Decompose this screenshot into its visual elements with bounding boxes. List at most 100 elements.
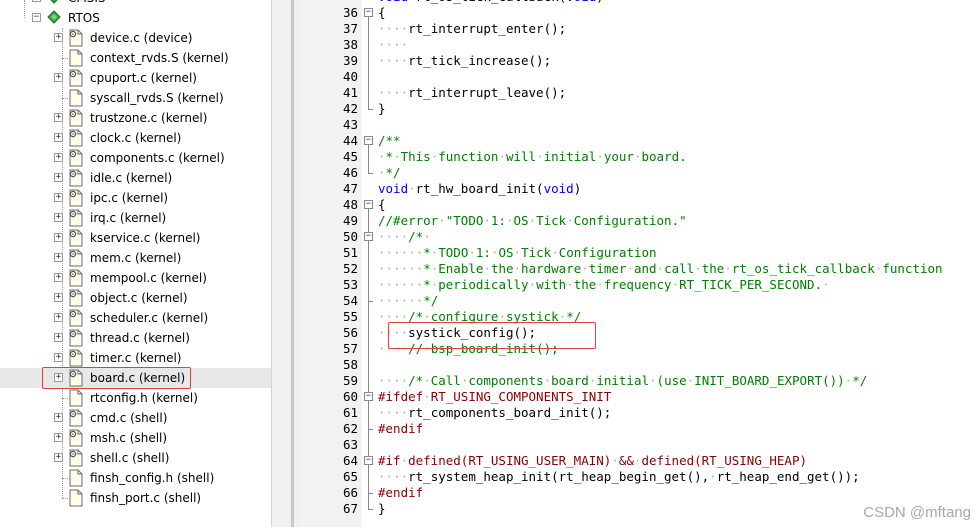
code-line[interactable]: } <box>378 101 386 117</box>
c-source-file-icon <box>68 169 84 187</box>
expand-icon[interactable]: + <box>54 413 63 422</box>
fold-toggle[interactable]: − <box>364 229 374 245</box>
c-source-file-icon <box>68 129 84 147</box>
tree-item-idle-c[interactable]: + idle.c (kernel) <box>0 168 271 188</box>
code-line[interactable]: ······*/ <box>378 293 438 309</box>
line-number: 49 <box>342 213 358 228</box>
collapse-icon[interactable]: − <box>364 456 373 465</box>
fold-toggle[interactable]: − <box>364 5 374 21</box>
code-line[interactable]: ····rt_system_heap_init(rt_heap_begin_ge… <box>378 469 860 485</box>
highlight-box-board-c <box>42 367 191 389</box>
tree-item-cmd-c[interactable]: + cmd.c (shell) <box>0 408 271 428</box>
expand-icon[interactable]: + <box>54 273 63 282</box>
expand-icon[interactable]: + <box>54 233 63 242</box>
code-line[interactable]: ·*·This·function·will·initial·your·board… <box>378 149 687 165</box>
fold-end-mark <box>368 429 373 430</box>
tree-item-thread-c[interactable]: + thread.c (kernel) <box>0 328 271 348</box>
tree-item-cpuport-c[interactable]: + cpuport.c (kernel) <box>0 68 271 88</box>
collapse-icon[interactable]: − <box>32 13 41 22</box>
collapse-icon[interactable]: − <box>364 8 373 17</box>
code-line[interactable]: void·rt_hw_board_init(void) <box>378 181 581 197</box>
expand-icon[interactable]: + <box>54 453 63 462</box>
expand-icon[interactable]: + <box>54 73 63 82</box>
line-number: 47 <box>342 181 358 196</box>
code-line[interactable]: ······*·Enable·the·hardware·timer·and·ca… <box>378 261 943 277</box>
code-line[interactable]: //#error·"TODO·1:·OS·Tick·Configuration.… <box>378 213 687 229</box>
tree-item-scheduler-c[interactable]: + scheduler.c (kernel) <box>0 308 271 328</box>
code-line[interactable]: ·*/ <box>378 165 401 181</box>
collapse-icon[interactable]: − <box>364 232 373 241</box>
tree-item-kservice-c[interactable]: + kservice.c (kernel) <box>0 228 271 248</box>
expand-icon[interactable]: + <box>54 213 63 222</box>
fold-toggle[interactable]: − <box>364 453 374 469</box>
pane-splitter[interactable] <box>271 0 301 527</box>
tree-item-finsh-port-c[interactable]: finsh_port.c (shell) <box>0 488 271 508</box>
expand-icon[interactable]: + <box>54 433 63 442</box>
collapse-icon[interactable]: − <box>364 136 373 145</box>
tree-item-label: rtconfig.h (kernel) <box>90 391 198 405</box>
expand-icon[interactable]: + <box>54 173 63 182</box>
file-icon <box>68 89 84 107</box>
tree-item-syscall-rvds-s[interactable]: syscall_rvds.S (kernel) <box>0 88 271 108</box>
expand-icon[interactable]: + <box>32 0 41 2</box>
code-line[interactable]: ···· <box>378 37 408 53</box>
tree-item-object-c[interactable]: + object.c (kernel) <box>0 288 271 308</box>
code-line[interactable]: ····rt_components_board_init(); <box>378 405 611 421</box>
expand-icon[interactable]: + <box>54 193 63 202</box>
tree-item-label: kservice.c (kernel) <box>90 231 201 245</box>
tree-item-label: shell.c (shell) <box>90 451 170 465</box>
expand-icon[interactable]: + <box>54 313 63 322</box>
code-line[interactable]: ······*·periodically·with·the·frequency·… <box>378 277 830 293</box>
code-line[interactable]: { <box>378 5 386 21</box>
fold-toggle[interactable]: − <box>364 133 374 149</box>
line-number: 38 <box>342 37 358 52</box>
tree-item-clock-c[interactable]: + clock.c (kernel) <box>0 128 271 148</box>
tree-item-msh-c[interactable]: + msh.c (shell) <box>0 428 271 448</box>
line-number: 36 <box>342 5 358 20</box>
expand-icon[interactable]: + <box>54 293 63 302</box>
code-line[interactable]: ····rt_tick_increase(); <box>378 53 551 69</box>
code-line[interactable]: ····/*·Call·components·board·initial·(us… <box>378 373 867 389</box>
expand-icon[interactable]: + <box>54 253 63 262</box>
tree-item-label: idle.c (kernel) <box>90 171 173 185</box>
code-line[interactable]: ······*·TODO·1:·OS·Tick·Configuration <box>378 245 657 261</box>
collapse-icon[interactable]: − <box>364 392 373 401</box>
expand-icon[interactable]: + <box>54 353 63 362</box>
expand-icon[interactable]: + <box>54 333 63 342</box>
tree-item-rtconfig-h[interactable]: rtconfig.h (kernel) <box>0 388 271 408</box>
expand-icon[interactable]: + <box>54 133 63 142</box>
expand-icon[interactable]: + <box>54 153 63 162</box>
tree-item-cmsis[interactable]: + CMSIS <box>0 0 271 8</box>
tree-item-irq-c[interactable]: + irq.c (kernel) <box>0 208 271 228</box>
expand-icon[interactable]: + <box>54 113 63 122</box>
tree-item-components-c[interactable]: + components.c (kernel) <box>0 148 271 168</box>
expand-icon[interactable]: + <box>54 33 63 42</box>
tree-item-ipc-c[interactable]: + ipc.c (kernel) <box>0 188 271 208</box>
code-line[interactable]: #endif <box>378 421 423 437</box>
code-line[interactable]: #ifdef·RT_USING_COMPONENTS_INIT <box>378 389 611 405</box>
line-number: 62 <box>342 421 358 436</box>
code-line[interactable]: ····rt_interrupt_leave(); <box>378 85 566 101</box>
tree-item-rtos[interactable]: − RTOS <box>0 8 271 28</box>
tree-item-mempool-c[interactable]: + mempool.c (kernel) <box>0 268 271 288</box>
code-line[interactable]: { <box>378 197 386 213</box>
code-line[interactable]: ····rt_interrupt_enter(); <box>378 21 566 37</box>
line-number: 42 <box>342 101 358 116</box>
code-line[interactable]: } <box>378 501 386 517</box>
tree-item-device-c[interactable]: + device.c (device) <box>0 28 271 48</box>
tree-item-trustzone-c[interactable]: + trustzone.c (kernel) <box>0 108 271 128</box>
fold-toggle[interactable]: − <box>364 197 374 213</box>
tree-item-shell-c[interactable]: + shell.c (shell) <box>0 448 271 468</box>
collapse-icon[interactable]: − <box>364 200 373 209</box>
tree-item-mem-c[interactable]: + mem.c (kernel) <box>0 248 271 268</box>
c-source-file-icon <box>68 189 84 207</box>
fold-toggle[interactable]: − <box>364 389 374 405</box>
line-number: 53 <box>342 277 358 292</box>
tree-item-context-rvds-s[interactable]: context_rvds.S (kernel) <box>0 48 271 68</box>
code-line[interactable]: /** <box>378 133 401 149</box>
tree-item-finsh-config-h[interactable]: finsh_config.h (shell) <box>0 468 271 488</box>
code-line[interactable]: ····/*· <box>378 229 431 245</box>
code-line[interactable]: #endif <box>378 485 423 501</box>
tree-item-timer-c[interactable]: + timer.c (kernel) <box>0 348 271 368</box>
code-line[interactable]: #if·defined(RT_USING_USER_MAIN)·&&·defin… <box>378 453 807 469</box>
